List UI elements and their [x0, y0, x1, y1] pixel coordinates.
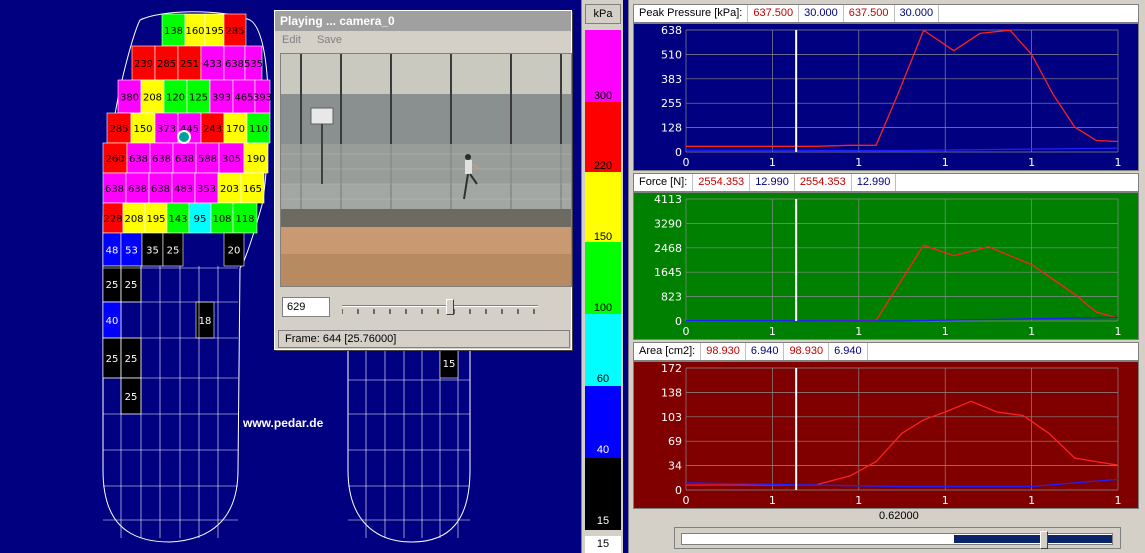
force-title: Force [N]:	[634, 174, 694, 191]
chart-background	[634, 24, 1138, 170]
force-chart[interactable]: 4113 3290 2468 1645 823 0 0 1 1 1 1 1	[633, 192, 1139, 340]
legend-label-60: 60	[596, 373, 610, 385]
video-window[interactable]: Playing ... camera_0 Edit Save 629 Frame…	[274, 10, 572, 350]
x-tick-label: 1	[855, 494, 862, 507]
video-slider-track[interactable]	[342, 305, 538, 307]
force-value-4: 12.990	[852, 174, 897, 191]
y-tick-label: 128	[661, 122, 682, 135]
x-tick-label: 1	[855, 156, 862, 169]
pressure-legend: kPa 300 220 150 100 60 40 15 15	[581, 0, 623, 553]
menu-edit[interactable]: Edit	[282, 34, 301, 48]
force-value-1: 2554.353	[693, 174, 751, 191]
x-tick-label: 1	[1115, 494, 1122, 507]
legend-label-300: 300	[593, 90, 613, 102]
x-tick-label: 1	[855, 325, 862, 338]
y-tick-label: 1645	[654, 266, 682, 279]
x-tick-label: 1	[942, 325, 949, 338]
pressure-header: Peak Pressure [kPa]: 637.500 30.000 637.…	[633, 4, 1139, 23]
y-tick-label: 138	[661, 386, 682, 399]
y-tick-label: 34	[668, 460, 682, 473]
y-tick-label: 255	[661, 97, 682, 110]
frame-value: 644 [25.76000]	[322, 333, 397, 345]
x-tick-label: 1	[769, 325, 776, 338]
legend-label-15: 15	[596, 515, 610, 527]
pressure-value-2: 30.000	[799, 5, 844, 22]
y-tick-label: 3290	[654, 217, 682, 230]
force-value-3: 2554.353	[795, 174, 852, 191]
legend-label-220: 220	[593, 160, 613, 172]
area-value-3: 98.930	[784, 343, 830, 360]
x-tick-label: 1	[769, 494, 776, 507]
y-tick-label: 172	[661, 362, 682, 375]
area-chart[interactable]: 172 138 103 69 34 0 0 1 1 1 1 1	[633, 361, 1139, 509]
frame-label: Frame:	[285, 333, 320, 345]
y-tick-label: 0	[675, 315, 682, 328]
y-tick-label: 823	[661, 291, 682, 304]
x-tick-label: 1	[1115, 156, 1122, 169]
area-panel: Area [cm2]: 98.930 6.940 98.930 6.940 17…	[633, 342, 1139, 509]
time-scrollbar[interactable]	[674, 527, 1121, 549]
legend-label-100: 100	[593, 302, 613, 314]
x-tick-label: 1	[1028, 156, 1035, 169]
area-value-1: 98.930	[701, 343, 746, 360]
time-scroll-fill	[954, 535, 1112, 543]
frame-input[interactable]: 629	[282, 297, 330, 317]
video-controls: 629	[278, 287, 570, 327]
video-scene	[281, 54, 571, 286]
legend-label-40: 40	[596, 444, 610, 456]
watermark: www.pedar.de	[243, 416, 324, 430]
y-tick-label: 4113	[654, 193, 682, 206]
force-value-2: 12.990	[750, 174, 795, 191]
x-tick-label: 0	[683, 494, 690, 507]
area-header: Area [cm2]: 98.930 6.940 98.930 6.940	[633, 342, 1139, 361]
pressure-chart[interactable]: 638 510 383 255 128 0 0 1 1 1 1 1	[633, 23, 1139, 171]
legend-label-150: 150	[593, 231, 613, 243]
time-readout: 0.62000	[879, 510, 919, 522]
y-tick-label: 383	[661, 73, 682, 86]
video-slider-thumb[interactable]	[445, 299, 454, 315]
area-value-2: 6.940	[746, 343, 785, 360]
pressure-title: Peak Pressure [kPa]:	[634, 5, 749, 22]
y-tick-label: 2468	[654, 242, 682, 255]
slider-ticks	[342, 309, 535, 314]
video-title[interactable]: Playing ... camera_0	[275, 11, 571, 31]
y-tick-label: 638	[661, 24, 682, 37]
x-tick-label: 0	[683, 325, 690, 338]
x-tick-label: 0	[683, 156, 690, 169]
x-tick-label: 1	[942, 494, 949, 507]
sensor-value: 15	[443, 359, 456, 370]
legend-footer: 15	[585, 536, 621, 553]
menu-save[interactable]: Save	[317, 34, 342, 48]
legend-unit: kPa	[585, 4, 621, 24]
force-header: Force [N]: 2554.353 12.990 2554.353 12.9…	[633, 173, 1139, 192]
pressure-panel: Peak Pressure [kPa]: 637.500 30.000 637.…	[633, 4, 1139, 171]
video-frame	[280, 53, 572, 287]
y-tick-label: 0	[675, 484, 682, 497]
x-tick-label: 1	[769, 156, 776, 169]
charts-area: Peak Pressure [kPa]: 637.500 30.000 637.…	[628, 0, 1145, 553]
time-scroll-thumb[interactable]	[1039, 531, 1048, 549]
chart-background	[634, 193, 1138, 339]
pressure-value-1: 637.500	[748, 5, 800, 22]
y-tick-label: 103	[661, 411, 682, 424]
video-menu: Edit Save	[275, 31, 571, 51]
force-panel: Force [N]: 2554.353 12.990 2554.353 12.9…	[633, 173, 1139, 340]
x-tick-label: 1	[942, 156, 949, 169]
y-tick-label: 510	[661, 48, 682, 61]
pressure-value-4: 30.000	[895, 5, 940, 22]
x-tick-label: 1	[1028, 494, 1035, 507]
x-tick-label: 1	[1115, 325, 1122, 338]
y-tick-label: 0	[675, 146, 682, 159]
pressure-value-3: 637.500	[844, 5, 895, 22]
x-tick-label: 1	[1028, 325, 1035, 338]
video-status: Frame: 644 [25.76000]	[278, 330, 570, 348]
time-scroll-track[interactable]	[681, 531, 1113, 549]
area-value-4: 6.940	[829, 343, 868, 360]
pedar-app: 138 160 195 285 239 285 251 433 638 535 380 208 120 1…	[0, 0, 1145, 553]
area-title: Area [cm2]:	[634, 343, 702, 360]
y-tick-label: 69	[668, 435, 682, 448]
